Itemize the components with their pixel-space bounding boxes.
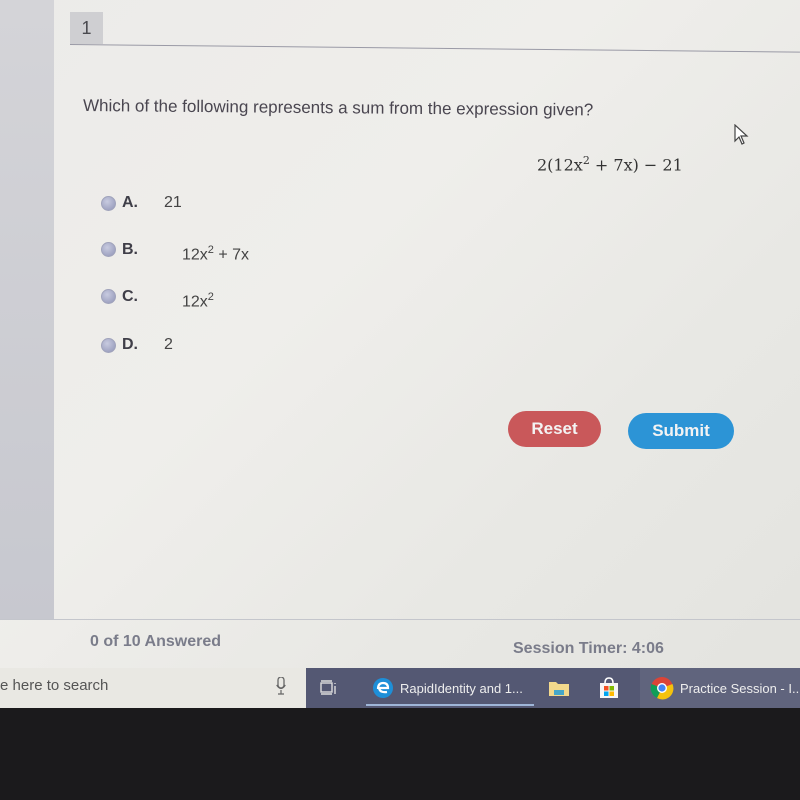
chrome-item-label: Practice Session - I... bbox=[680, 680, 800, 696]
left-sidebar bbox=[0, 0, 54, 620]
expression-exponent: 2 bbox=[582, 154, 590, 167]
option-value-base: 2 bbox=[164, 336, 173, 353]
option-c[interactable]: C. 12x2 bbox=[101, 286, 214, 310]
option-value-exponent: 2 bbox=[207, 291, 214, 303]
question-number-tab[interactable]: 1 bbox=[70, 12, 103, 44]
answered-count: 0 of 10 Answered bbox=[90, 633, 222, 650]
radio-button[interactable] bbox=[101, 241, 116, 257]
option-letter: D. bbox=[122, 336, 138, 353]
option-value-base: 21 bbox=[164, 194, 182, 211]
divider bbox=[69, 44, 800, 53]
edge-icon bbox=[373, 678, 393, 698]
option-letter: B. bbox=[122, 241, 138, 259]
option-a[interactable]: A. 21 bbox=[101, 194, 182, 212]
option-value: 12x2 bbox=[182, 291, 214, 311]
session-timer: Session Timer: 4:06 bbox=[513, 640, 664, 657]
folder-icon bbox=[549, 682, 569, 696]
taskbar-store[interactable] bbox=[598, 668, 620, 708]
radio-button[interactable] bbox=[101, 195, 116, 211]
option-value-tail: + 7x bbox=[213, 246, 250, 264]
radio-button[interactable] bbox=[101, 288, 116, 304]
taskbar-file-explorer[interactable] bbox=[548, 668, 570, 708]
option-value: 2 bbox=[164, 336, 173, 354]
expression-suffix: + 7x) − 21 bbox=[589, 155, 683, 175]
option-letter: C. bbox=[122, 288, 138, 306]
store-icon bbox=[600, 677, 618, 698]
microphone-icon[interactable] bbox=[276, 677, 286, 695]
option-value: 21 bbox=[164, 194, 182, 212]
expression-prefix: 2(12x bbox=[537, 155, 583, 175]
screen: 1 Which of the following represents a su… bbox=[0, 0, 800, 708]
footer-divider bbox=[0, 619, 800, 620]
search-placeholder: e here to search bbox=[0, 677, 109, 694]
question-text: Which of the following represents a sum … bbox=[82, 96, 594, 120]
option-value: 12x2 + 7x bbox=[182, 244, 249, 264]
taskbar-chrome-item[interactable]: Practice Session - I... bbox=[640, 668, 800, 708]
option-letter: A. bbox=[122, 194, 138, 211]
taskbar: e here to search RapidIdentity and 1... bbox=[0, 668, 800, 708]
expression: 2(12x2 + 7x) − 21 bbox=[537, 154, 683, 174]
option-value-base: 12x bbox=[182, 293, 208, 311]
taskbar-search-box[interactable]: e here to search bbox=[0, 668, 306, 708]
taskbar-edge-item[interactable]: RapidIdentity and 1... bbox=[366, 668, 534, 708]
task-view-button[interactable] bbox=[320, 668, 338, 708]
mouse-cursor-icon bbox=[734, 124, 749, 145]
active-indicator bbox=[366, 704, 534, 706]
chrome-icon bbox=[650, 677, 674, 700]
submit-button[interactable]: Submit bbox=[628, 413, 734, 449]
reset-button[interactable]: Reset bbox=[508, 411, 601, 447]
option-value-base: 12x bbox=[182, 246, 208, 264]
option-d[interactable]: D. 2 bbox=[101, 336, 173, 354]
taskbar-apps: RapidIdentity and 1... Practice Session … bbox=[306, 668, 800, 708]
task-view-icon bbox=[320, 680, 336, 695]
option-b[interactable]: B. 12x2 + 7x bbox=[101, 239, 249, 263]
edge-item-label: RapidIdentity and 1... bbox=[400, 680, 523, 696]
radio-button[interactable] bbox=[101, 337, 116, 353]
